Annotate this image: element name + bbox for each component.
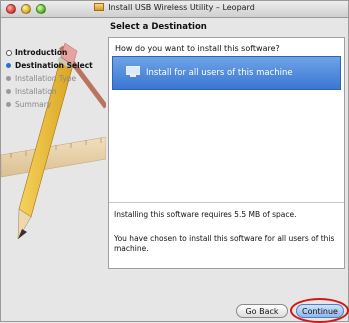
- step-installation: Installation: [6, 85, 116, 98]
- installer-window: Install USB Wireless Utility – Leopard I…: [0, 0, 349, 323]
- continue-button[interactable]: Continue: [296, 304, 344, 318]
- package-icon: [94, 3, 105, 11]
- chosen-option-text: You have chosen to install this software…: [114, 234, 335, 253]
- step-current-icon: [6, 63, 11, 68]
- step-summary: Summary: [6, 98, 116, 111]
- step-destination-select: Destination Select: [6, 59, 116, 72]
- panel-divider: [109, 202, 344, 203]
- step-introduction: Introduction: [6, 46, 116, 59]
- ruler: [1, 136, 106, 178]
- title-bar: Install USB Wireless Utility – Leopard: [1, 1, 348, 18]
- step-pending-icon: [6, 89, 11, 94]
- step-complete-icon: [6, 50, 12, 56]
- step-pending-icon: [6, 76, 11, 81]
- install-all-users-option[interactable]: Install for all users of this machine: [112, 56, 341, 90]
- install-question: How do you want to install this software…: [115, 44, 280, 53]
- monitor-icon: [126, 66, 140, 77]
- page-title: Select a Destination: [110, 22, 207, 32]
- step-installation-type: Installation Type: [6, 72, 116, 85]
- window-title-area: Install USB Wireless Utility – Leopard: [1, 3, 348, 12]
- window-title: Install USB Wireless Utility – Leopard: [108, 3, 255, 12]
- go-back-button[interactable]: Go Back: [236, 304, 288, 318]
- installer-steps: Introduction Destination Select Installa…: [6, 46, 116, 111]
- space-required-text: Installing this software requires 5.5 MB…: [114, 210, 297, 219]
- step-pending-icon: [6, 102, 11, 107]
- destination-panel: How do you want to install this software…: [108, 37, 345, 269]
- install-option-label: Install for all users of this machine: [146, 68, 293, 78]
